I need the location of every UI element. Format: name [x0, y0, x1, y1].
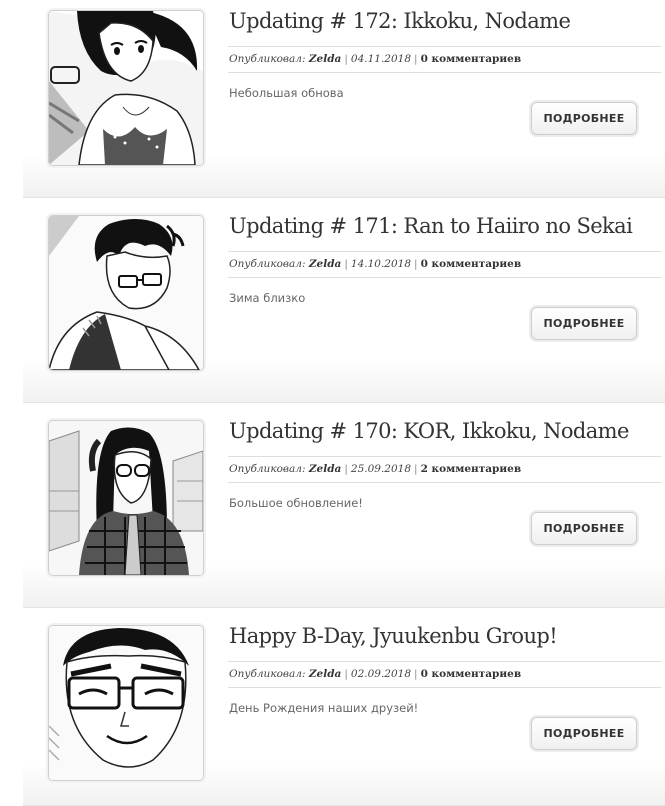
post-meta: Опубликовал: Zelda | 02.09.2018 | 0 коммента… [229, 668, 522, 680]
post-excerpt: День Рождения наших друзей! [229, 701, 419, 715]
post-date: 02.09.2018 [350, 668, 412, 680]
divider [228, 251, 661, 252]
manga-girl-bikini-thumbnail[interactable] [48, 10, 204, 166]
author-link[interactable]: Zelda [309, 53, 341, 65]
post-title[interactable]: Updating # 170: KOR, Ikkoku, Nodame [229, 419, 661, 443]
meta-label: Опубликовал: [229, 258, 306, 270]
manga-man-glasses-coat-thumbnail[interactable] [48, 215, 204, 371]
comments-link[interactable]: 0 комментариев [421, 668, 522, 680]
post-item: Updating # 171: Ran to Haiiro no Sekai О… [23, 205, 665, 403]
post-date: 14.10.2018 [350, 258, 412, 270]
divider [228, 661, 661, 662]
post-excerpt: Зима близко [229, 291, 306, 305]
post-item: Updating # 170: KOR, Ikkoku, Nodame Опуб… [23, 410, 665, 608]
post-date: 25.09.2018 [350, 463, 412, 475]
read-more-button[interactable]: ПОДРОБНЕЕ [531, 307, 637, 340]
read-more-button[interactable]: ПОДРОБНЕЕ [531, 512, 637, 545]
divider [228, 72, 661, 73]
post-excerpt: Большое обновление! [229, 496, 363, 510]
post-item: Happy B-Day, Jyuukenbu Group! Опубликова… [23, 615, 665, 806]
post-date: 04.11.2018 [350, 53, 412, 65]
read-more-button[interactable]: ПОДРОБНЕЕ [531, 717, 637, 750]
comments-link[interactable]: 2 комментариев [421, 463, 522, 475]
comments-link[interactable]: 0 комментариев [421, 258, 522, 270]
post-title[interactable]: Updating # 171: Ran to Haiiro no Sekai [229, 214, 661, 238]
post-meta: Опубликовал: Zelda | 04.11.2018 | 0 коммента… [229, 53, 522, 65]
post-meta: Опубликовал: Zelda | 14.10.2018 | 0 коммента… [229, 258, 522, 270]
post-title[interactable]: Happy B-Day, Jyuukenbu Group! [229, 624, 661, 648]
meta-label: Опубликовал: [229, 463, 306, 475]
read-more-button[interactable]: ПОДРОБНЕЕ [531, 102, 637, 135]
divider [228, 46, 661, 47]
comments-link[interactable]: 0 комментариев [421, 53, 522, 65]
author-link[interactable]: Zelda [309, 668, 341, 680]
post-excerpt: Небольшая обнова [229, 86, 344, 100]
meta-label: Опубликовал: [229, 668, 306, 680]
divider [228, 277, 661, 278]
author-link[interactable]: Zelda [309, 258, 341, 270]
post-meta: Опубликовал: Zelda | 25.09.2018 | 2 коммента… [229, 463, 522, 475]
author-link[interactable]: Zelda [309, 463, 341, 475]
divider [228, 456, 661, 457]
manga-man-glasses-smile-thumbnail[interactable] [48, 625, 204, 781]
divider [228, 482, 661, 483]
divider [228, 687, 661, 688]
manga-girl-glasses-plaid-thumbnail[interactable] [48, 420, 204, 576]
post-title[interactable]: Updating # 172: Ikkoku, Nodame [229, 9, 661, 33]
post-item: Updating # 172: Ikkoku, Nodame Опубликов… [23, 0, 665, 198]
meta-label: Опубликовал: [229, 53, 306, 65]
